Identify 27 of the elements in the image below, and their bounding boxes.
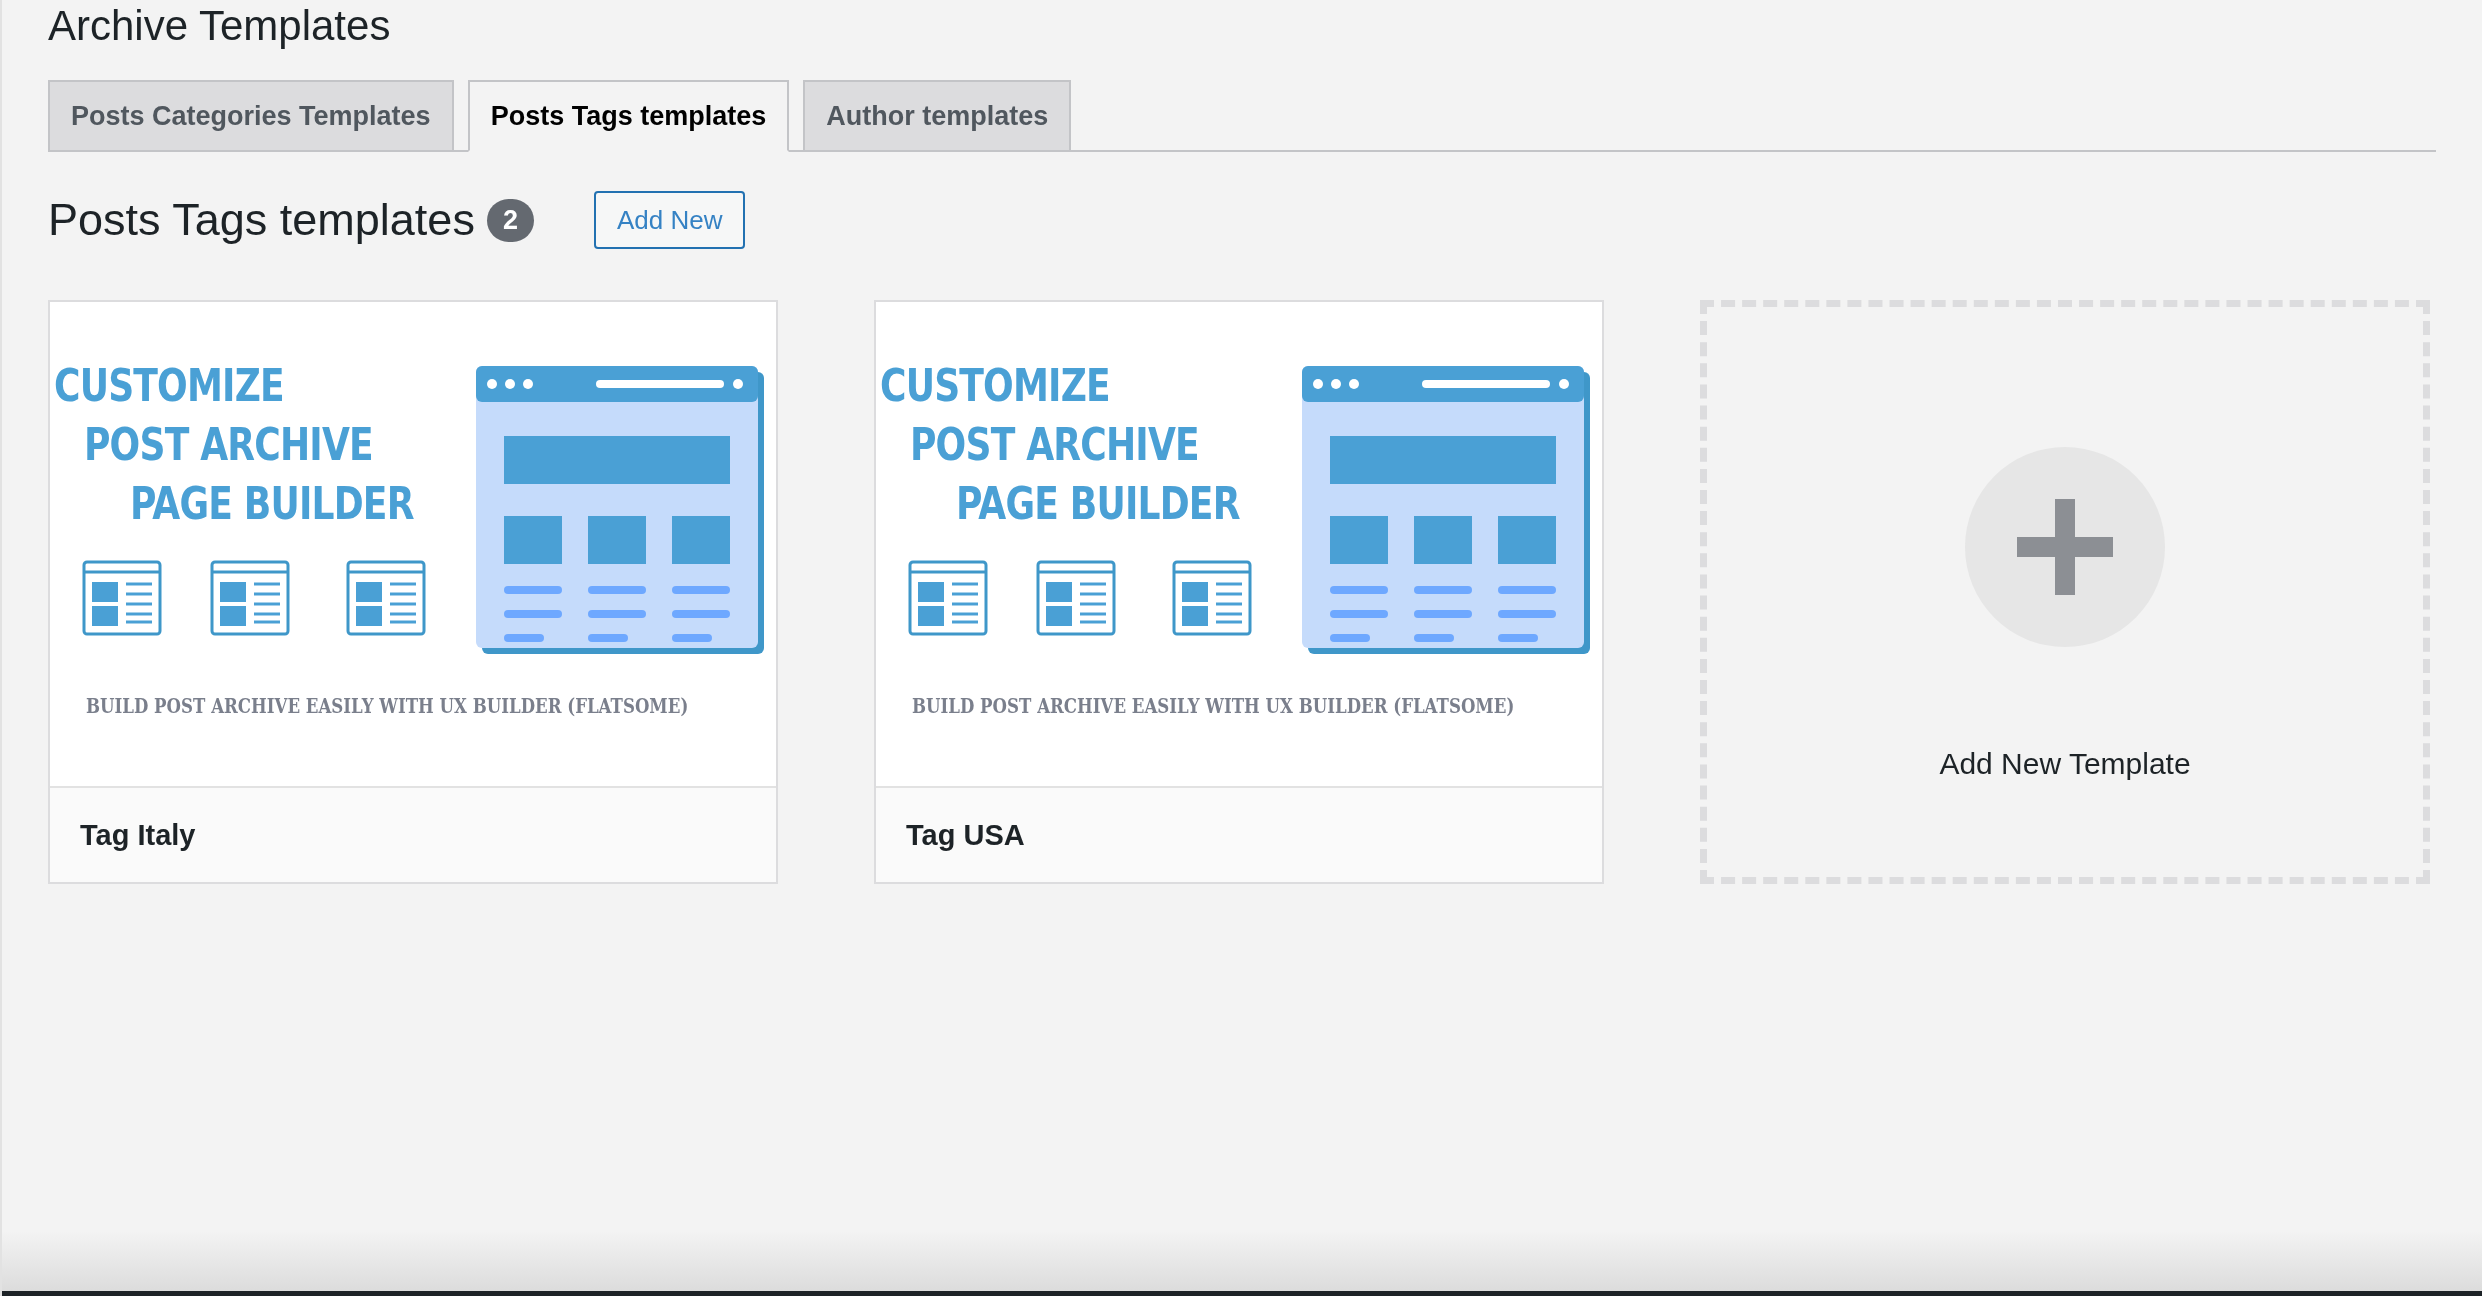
layout-icon [82,560,162,636]
layout-icon [1036,560,1116,636]
thumbnail-headline: PAGE BUILDER [956,478,1240,529]
template-card[interactable]: CUSTOMIZE POST ARCHIVE PAGE BUILDER BUILD POST ARCHIVE EASILY WITH UX BUILDER (FLATSOME) Tag Italy [48,300,778,884]
layout-icon [210,560,290,636]
section-title: Posts Tags templates [48,194,475,246]
thumbnail-headline: CUSTOMIZE [880,360,1110,411]
template-name: Tag Italy [80,818,196,852]
add-template-card[interactable]: Add New Template [1700,300,2430,884]
layout-icon [1172,560,1252,636]
tab[interactable]: Posts Categories Templates [48,80,454,152]
thumbnail-headline: CUSTOMIZE [54,360,284,411]
tab[interactable]: Author templates [803,80,1072,152]
thumbnail-headline: POST ARCHIVE [84,419,373,470]
thumbnail-caption: BUILD POST ARCHIVE EASILY WITH UX BUILDER (FLATSOME) [912,694,1515,718]
add-new-button[interactable]: Add New [593,191,746,249]
thumbnail-headline: PAGE BUILDER [130,478,414,529]
thumbnail-caption: BUILD POST ARCHIVE EASILY WITH UX BUILDER (FLATSOME) [86,694,689,718]
template-card[interactable]: CUSTOMIZE POST ARCHIVE PAGE BUILDER BUILD POST ARCHIVE EASILY WITH UX BUILDER (FLATSOME) Tag USA [874,300,1604,884]
layout-icon [908,560,988,636]
page-title: Archive Templates [48,1,392,50]
thumbnail-headline: POST ARCHIVE [910,419,1199,470]
layout-icon [346,560,426,636]
template-name: Tag USA [906,818,1025,852]
plus-icon [2017,499,2113,595]
count-badge: 2 [486,198,534,242]
tab[interactable]: Posts Tags templates [467,80,790,152]
